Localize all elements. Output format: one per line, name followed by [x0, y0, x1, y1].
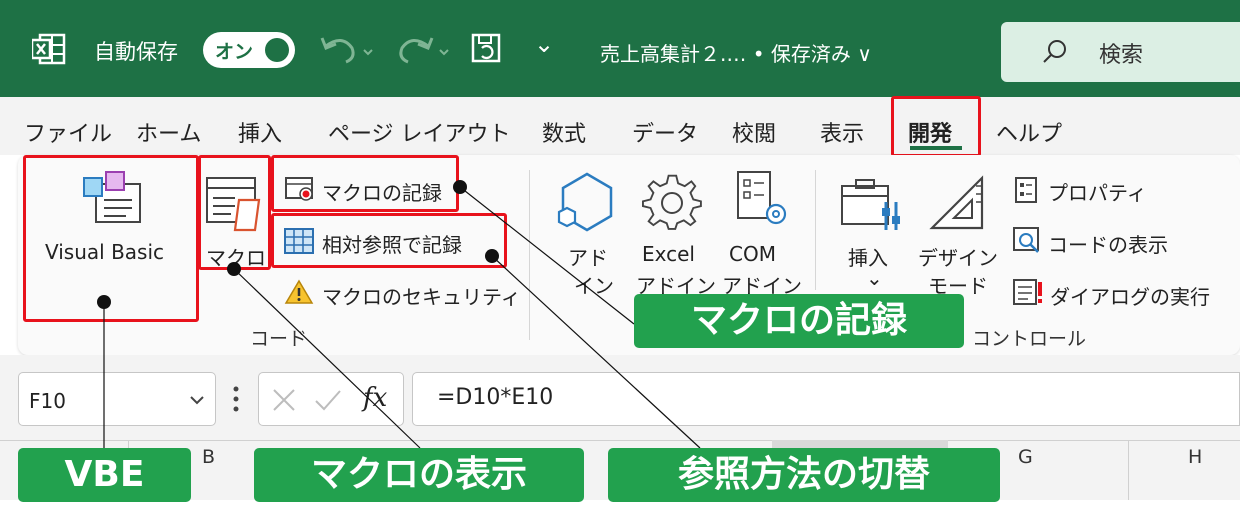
callout-vbe: VBE [18, 448, 191, 502]
callout-macro-view: マクロの表示 [254, 448, 584, 502]
callout-reference-toggle: 参照方法の切替 [608, 448, 1000, 502]
annotation-dot [97, 295, 111, 309]
annotation-dot [453, 180, 467, 194]
annotation-dot [227, 262, 241, 276]
annotation-dot [485, 249, 499, 263]
callout-record-macro: マクロの記録 [634, 294, 964, 348]
